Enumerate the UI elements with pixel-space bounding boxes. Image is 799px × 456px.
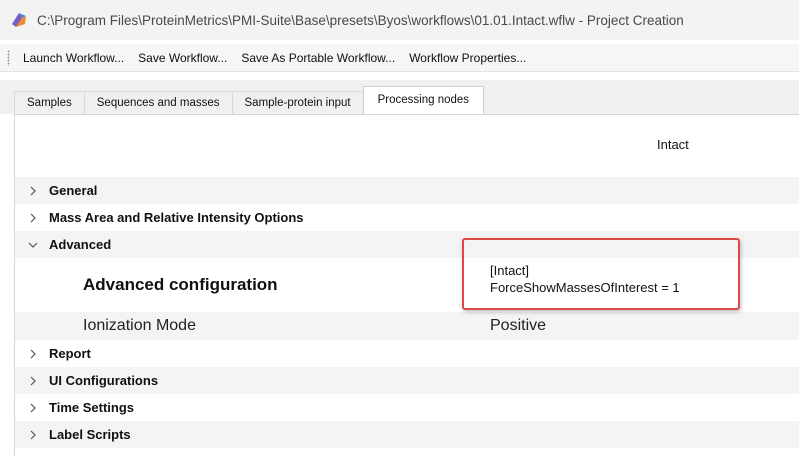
category-label: Time Settings — [49, 400, 135, 415]
tab-samples[interactable]: Samples — [14, 91, 85, 114]
processing-nodes-grid: Intact General Mass Area and Relative In… — [14, 114, 799, 456]
property-row-advanced-configuration[interactable]: Advanced configuration [Intact] ForceSho… — [15, 258, 799, 312]
pmi-logo-icon — [12, 13, 26, 27]
tab-bar: Samples Sequences and masses Sample-prot… — [0, 80, 799, 114]
toolbar-grip-icon[interactable] — [7, 49, 10, 66]
category-label: Mass Area and Relative Intensity Options — [49, 210, 304, 225]
category-label: UI Configurations — [49, 373, 159, 388]
tab-sequences-and-masses[interactable]: Sequences and masses — [83, 91, 233, 114]
workflow-toolbar: Launch Workflow... Save Workflow... Save… — [0, 44, 799, 72]
chevron-right-icon[interactable] — [27, 348, 39, 360]
config-line: ForceShowMassesOfInterest = 1 — [490, 280, 680, 295]
advanced-configuration-value[interactable]: [Intact] ForceShowMassesOfInterest = 1 — [490, 262, 680, 296]
save-workflow-button[interactable]: Save Workflow... — [131, 51, 234, 65]
title-bar: C:\Program Files\ProteinMetrics\PMI-Suit… — [0, 0, 799, 40]
category-label: Report — [49, 346, 91, 361]
chevron-right-icon[interactable] — [27, 212, 39, 224]
chevron-right-icon[interactable] — [27, 375, 39, 387]
property-row-ionization-mode[interactable]: Ionization Mode Positive — [15, 312, 799, 340]
chevron-right-icon[interactable] — [27, 429, 39, 441]
chevron-right-icon[interactable] — [27, 402, 39, 414]
category-row-advanced[interactable]: Advanced — [15, 231, 799, 258]
category-label: Advanced — [49, 237, 112, 252]
category-row-report[interactable]: Report — [15, 340, 799, 367]
workflow-properties-button[interactable]: Workflow Properties... — [402, 51, 533, 65]
tab-processing-nodes[interactable]: Processing nodes — [362, 86, 485, 114]
category-label: General — [49, 183, 98, 198]
launch-workflow-button[interactable]: Launch Workflow... — [16, 51, 131, 65]
category-row-mass-area[interactable]: Mass Area and Relative Intensity Options — [15, 204, 799, 231]
property-label: Advanced configuration — [83, 275, 278, 294]
column-header-intact[interactable]: Intact — [657, 137, 689, 152]
category-row-label-scripts[interactable]: Label Scripts — [15, 421, 799, 448]
window-title: C:\Program Files\ProteinMetrics\PMI-Suit… — [37, 12, 684, 28]
ionization-mode-value[interactable]: Positive — [490, 317, 546, 335]
config-line: [Intact] — [490, 263, 530, 278]
category-row-time-settings[interactable]: Time Settings — [15, 394, 799, 421]
tab-sample-protein-input[interactable]: Sample-protein input — [231, 91, 364, 114]
chevron-down-icon[interactable] — [27, 239, 39, 251]
category-row-ui-configurations[interactable]: UI Configurations — [15, 367, 799, 394]
property-label: Ionization Mode — [83, 317, 196, 334]
chevron-right-icon[interactable] — [27, 185, 39, 197]
save-as-portable-workflow-button[interactable]: Save As Portable Workflow... — [234, 51, 402, 65]
project-creation-window: C:\Program Files\ProteinMetrics\PMI-Suit… — [0, 0, 799, 456]
category-label: Label Scripts — [49, 427, 131, 442]
grid-header: Intact — [15, 115, 799, 177]
category-row-general[interactable]: General — [15, 177, 799, 204]
